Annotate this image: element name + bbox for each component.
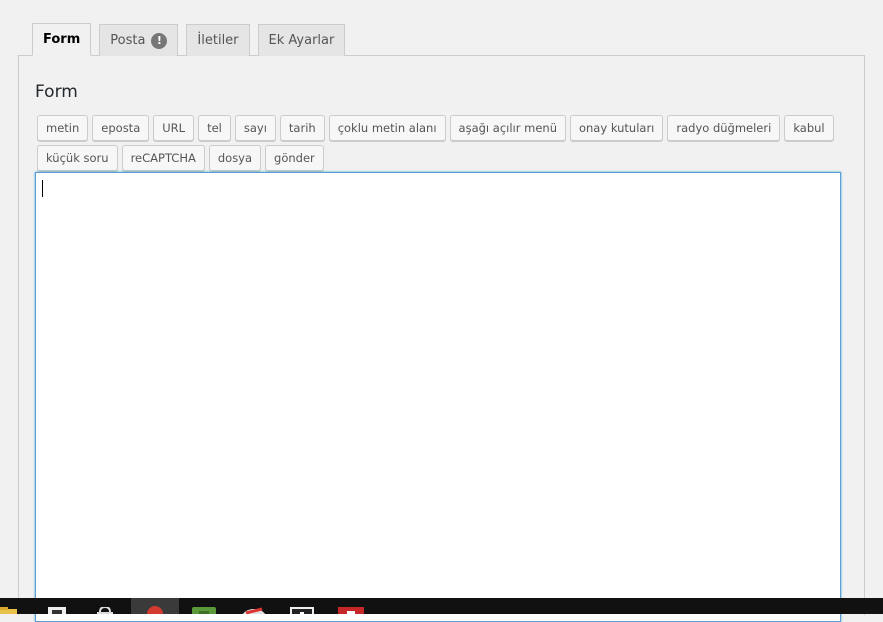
app-green-icon[interactable] <box>192 607 216 614</box>
form-template-editor[interactable] <box>35 172 841 622</box>
panel-title: Form <box>35 82 78 102</box>
tag-button-recaptcha[interactable]: reCAPTCHA <box>121 145 205 171</box>
tab-form[interactable]: Form <box>32 23 92 56</box>
taskbar <box>0 598 883 614</box>
tag-button-kucuk-soru[interactable]: küçük soru <box>37 145 118 171</box>
shopping-bag-icon[interactable] <box>94 607 116 614</box>
tag-button-sayi[interactable]: sayı <box>234 115 276 141</box>
form-panel: Form metin eposta URL tel sayı tarih çok… <box>18 55 865 622</box>
tab-iletiler[interactable]: İletiler <box>186 24 250 56</box>
store-icon[interactable] <box>46 607 68 614</box>
tag-generator-buttons: metin eposta URL tel sayı tarih çoklu me… <box>37 115 837 175</box>
tag-button-onay-kutulari[interactable]: onay kutuları <box>569 115 664 141</box>
chrome-icon <box>147 606 163 614</box>
app-dark-icon[interactable] <box>290 607 314 614</box>
tag-button-asagi-acilir-menu[interactable]: aşağı açılır menü <box>449 115 566 141</box>
active-taskbar-item[interactable] <box>131 598 179 614</box>
tag-button-metin[interactable]: metin <box>37 115 89 141</box>
tab-label: Posta <box>110 33 146 48</box>
alert-icon: ! <box>151 32 168 49</box>
tab-bar: Form Posta ! İletiler Ek Ayarlar <box>32 23 346 56</box>
tag-button-dosya[interactable]: dosya <box>208 145 262 171</box>
tag-button-gonder[interactable]: gönder <box>265 145 324 171</box>
text-caret <box>42 180 43 197</box>
tag-button-radyo-dugmeleri[interactable]: radyo düğmeleri <box>667 115 781 141</box>
tab-label: İletiler <box>197 33 239 48</box>
tag-button-row: küçük soru reCAPTCHA dosya gönder <box>37 145 837 171</box>
app-red-icon[interactable] <box>338 607 364 614</box>
tab-ek-ayarlar[interactable]: Ek Ayarlar <box>257 24 346 56</box>
tag-button-tarih[interactable]: tarih <box>279 115 325 141</box>
tab-label: Ek Ayarlar <box>268 33 335 48</box>
tag-button-coklu-metin-alani[interactable]: çoklu metin alanı <box>328 115 446 141</box>
tag-button-url[interactable]: URL <box>153 115 195 141</box>
tag-button-eposta[interactable]: eposta <box>92 115 150 141</box>
tab-label: Form <box>43 32 81 47</box>
folder-icon[interactable] <box>0 607 18 614</box>
tag-button-tel[interactable]: tel <box>198 115 231 141</box>
tag-button-row: metin eposta URL tel sayı tarih çoklu me… <box>37 115 837 141</box>
tag-button-kabul[interactable]: kabul <box>784 115 834 141</box>
tab-posta[interactable]: Posta ! <box>99 24 179 56</box>
app-red-white-icon[interactable] <box>242 607 266 614</box>
